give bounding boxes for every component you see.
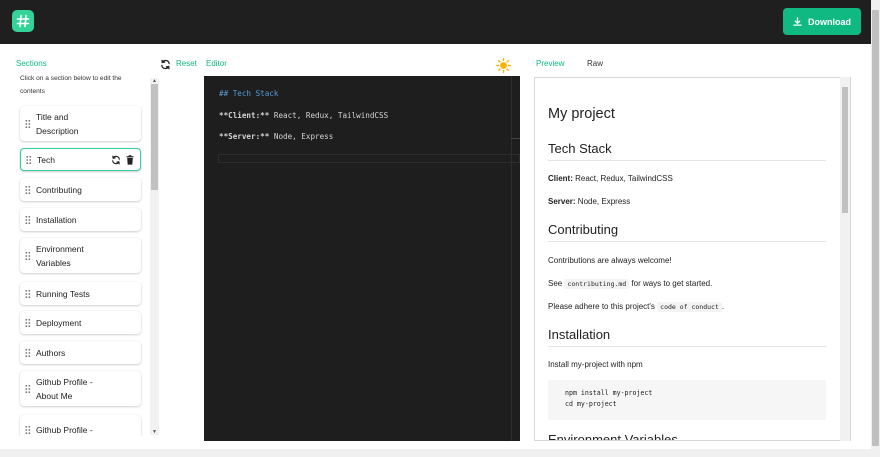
drag-handle-icon[interactable] bbox=[26, 155, 32, 164]
preview-installation-heading: Installation bbox=[548, 327, 826, 347]
section-card-label: Deployment bbox=[36, 317, 82, 328]
sections-subtitle: Click on a section below to edit the con… bbox=[20, 75, 122, 95]
preview-code-block: npm install my-project cd my-project bbox=[548, 380, 826, 420]
scroll-down-arrow-icon[interactable]: ▼ bbox=[150, 429, 159, 435]
section-card-label: Tech bbox=[37, 154, 55, 165]
page-bottom-strip bbox=[0, 449, 871, 457]
drag-handle-icon[interactable] bbox=[25, 185, 31, 194]
reset-button[interactable]: Reset bbox=[176, 59, 197, 68]
top-bar: Download bbox=[0, 0, 880, 44]
scrollbar-thumb[interactable] bbox=[151, 84, 158, 190]
section-card-label: Installation bbox=[36, 214, 77, 225]
editor-token: **Client:** bbox=[219, 111, 270, 120]
preview-adhere: Please adhere to this project's code of … bbox=[548, 302, 725, 312]
section-card-label: Contributing bbox=[36, 184, 82, 195]
download-label: Download bbox=[808, 16, 851, 27]
section-card[interactable]: Contributing bbox=[20, 178, 141, 201]
sections-scrollbar[interactable]: ▲ ▼ bbox=[150, 78, 159, 435]
section-card-label: Github Profile - About Me bbox=[36, 376, 93, 401]
download-icon bbox=[793, 17, 802, 26]
download-button[interactable]: Download bbox=[783, 8, 861, 35]
editor-token: React, Redux, TailwindCSS bbox=[269, 111, 389, 120]
markdown-editor[interactable]: ## Tech Stack **Client:** React, Redux, … bbox=[204, 76, 520, 441]
sun-icon[interactable] bbox=[496, 58, 511, 73]
client-label: Client: bbox=[548, 174, 573, 183]
adhere-before: Please adhere to this project's bbox=[548, 302, 658, 311]
section-card[interactable]: Authors bbox=[20, 341, 141, 364]
server-label: Server: bbox=[548, 197, 576, 206]
drag-handle-icon[interactable] bbox=[25, 251, 31, 260]
editor-ruler bbox=[511, 76, 512, 441]
client-value: React, Redux, TailwindCSS bbox=[572, 174, 673, 183]
preview-h1: My project bbox=[548, 106, 615, 122]
contrib-see: See bbox=[548, 279, 565, 288]
reset-section-icon[interactable] bbox=[111, 155, 121, 165]
tab-preview[interactable]: Preview bbox=[536, 59, 564, 68]
section-card[interactable]: Title and Description bbox=[20, 106, 141, 141]
page-scrollbar[interactable] bbox=[871, 0, 880, 457]
section-card-label: Authors bbox=[36, 347, 66, 358]
drag-handle-icon[interactable] bbox=[25, 348, 31, 357]
server-value: Node, Express bbox=[575, 197, 631, 206]
section-card-label: Running Tests bbox=[36, 288, 90, 299]
preview-client-line: Client: React, Redux, TailwindCSS bbox=[548, 174, 673, 183]
adhere-code: code of conduct bbox=[657, 302, 722, 312]
drag-handle-icon[interactable] bbox=[25, 289, 31, 298]
preview-contrib-text: Contributions are always welcome! bbox=[548, 256, 672, 265]
drag-handle-icon[interactable] bbox=[25, 215, 31, 224]
tab-raw[interactable]: Raw bbox=[587, 59, 603, 68]
section-card-actions bbox=[111, 154, 134, 165]
preview-install-text: Install my-project with npm bbox=[548, 360, 643, 369]
page-scrollbar-thumb[interactable] bbox=[872, 10, 879, 446]
preview-contrib-see: See contributing.md for ways to get star… bbox=[548, 279, 713, 289]
trash-icon[interactable] bbox=[126, 154, 134, 165]
drag-handle-icon[interactable] bbox=[25, 318, 31, 327]
markdown-preview: My project Tech Stack Client: React, Red… bbox=[534, 77, 851, 441]
editor-token: Node, Express bbox=[269, 132, 334, 141]
contrib-code: contributing.md bbox=[564, 279, 630, 289]
section-card-label: Github Profile - bbox=[36, 425, 93, 435]
editor-line-2[interactable]: **Client:** React, Redux, TailwindCSS bbox=[219, 111, 388, 120]
section-card[interactable]: Environment Variables bbox=[20, 238, 141, 273]
preview-scrollbar-thumb[interactable] bbox=[842, 87, 848, 213]
editor-title: Editor bbox=[206, 59, 227, 68]
preview-server-line: Server: Node, Express bbox=[548, 197, 630, 206]
editor-ruler-mark bbox=[511, 138, 520, 139]
preview-contributing-heading: Contributing bbox=[548, 222, 826, 242]
preview-tech-heading: Tech Stack bbox=[548, 141, 826, 161]
editor-line-3[interactable]: **Server:** Node, Express bbox=[219, 132, 333, 141]
section-card[interactable]: Github Profile - bbox=[20, 415, 141, 436]
drag-handle-icon[interactable] bbox=[25, 425, 31, 435]
hash-icon[interactable] bbox=[12, 10, 34, 32]
editor-token: **Server:** bbox=[219, 132, 270, 141]
section-card-label: Environment Variables bbox=[36, 243, 84, 268]
adhere-after: . bbox=[721, 302, 725, 311]
drag-handle-icon[interactable] bbox=[25, 119, 31, 128]
editor-line-1[interactable]: ## Tech Stack bbox=[219, 89, 278, 98]
section-card[interactable]: Tech bbox=[20, 148, 141, 171]
sections-list: Title and Description Tech Contributing Ins… bbox=[18, 104, 143, 436]
preview-next-heading: Environment Variables bbox=[548, 432, 678, 441]
drag-handle-icon[interactable] bbox=[25, 384, 31, 393]
section-card[interactable]: Github Profile - About Me bbox=[20, 371, 141, 406]
contrib-after: for ways to get started. bbox=[629, 279, 713, 288]
section-card-label: Title and Description bbox=[36, 111, 79, 136]
editor-cursor-line[interactable] bbox=[218, 154, 520, 163]
section-card[interactable]: Running Tests bbox=[20, 282, 141, 305]
preview-scrollbar[interactable] bbox=[840, 77, 850, 441]
sections-title: Sections bbox=[16, 59, 47, 68]
section-card[interactable]: Deployment bbox=[20, 311, 141, 334]
reset-icon[interactable] bbox=[160, 59, 171, 70]
section-card[interactable]: Installation bbox=[20, 208, 141, 231]
